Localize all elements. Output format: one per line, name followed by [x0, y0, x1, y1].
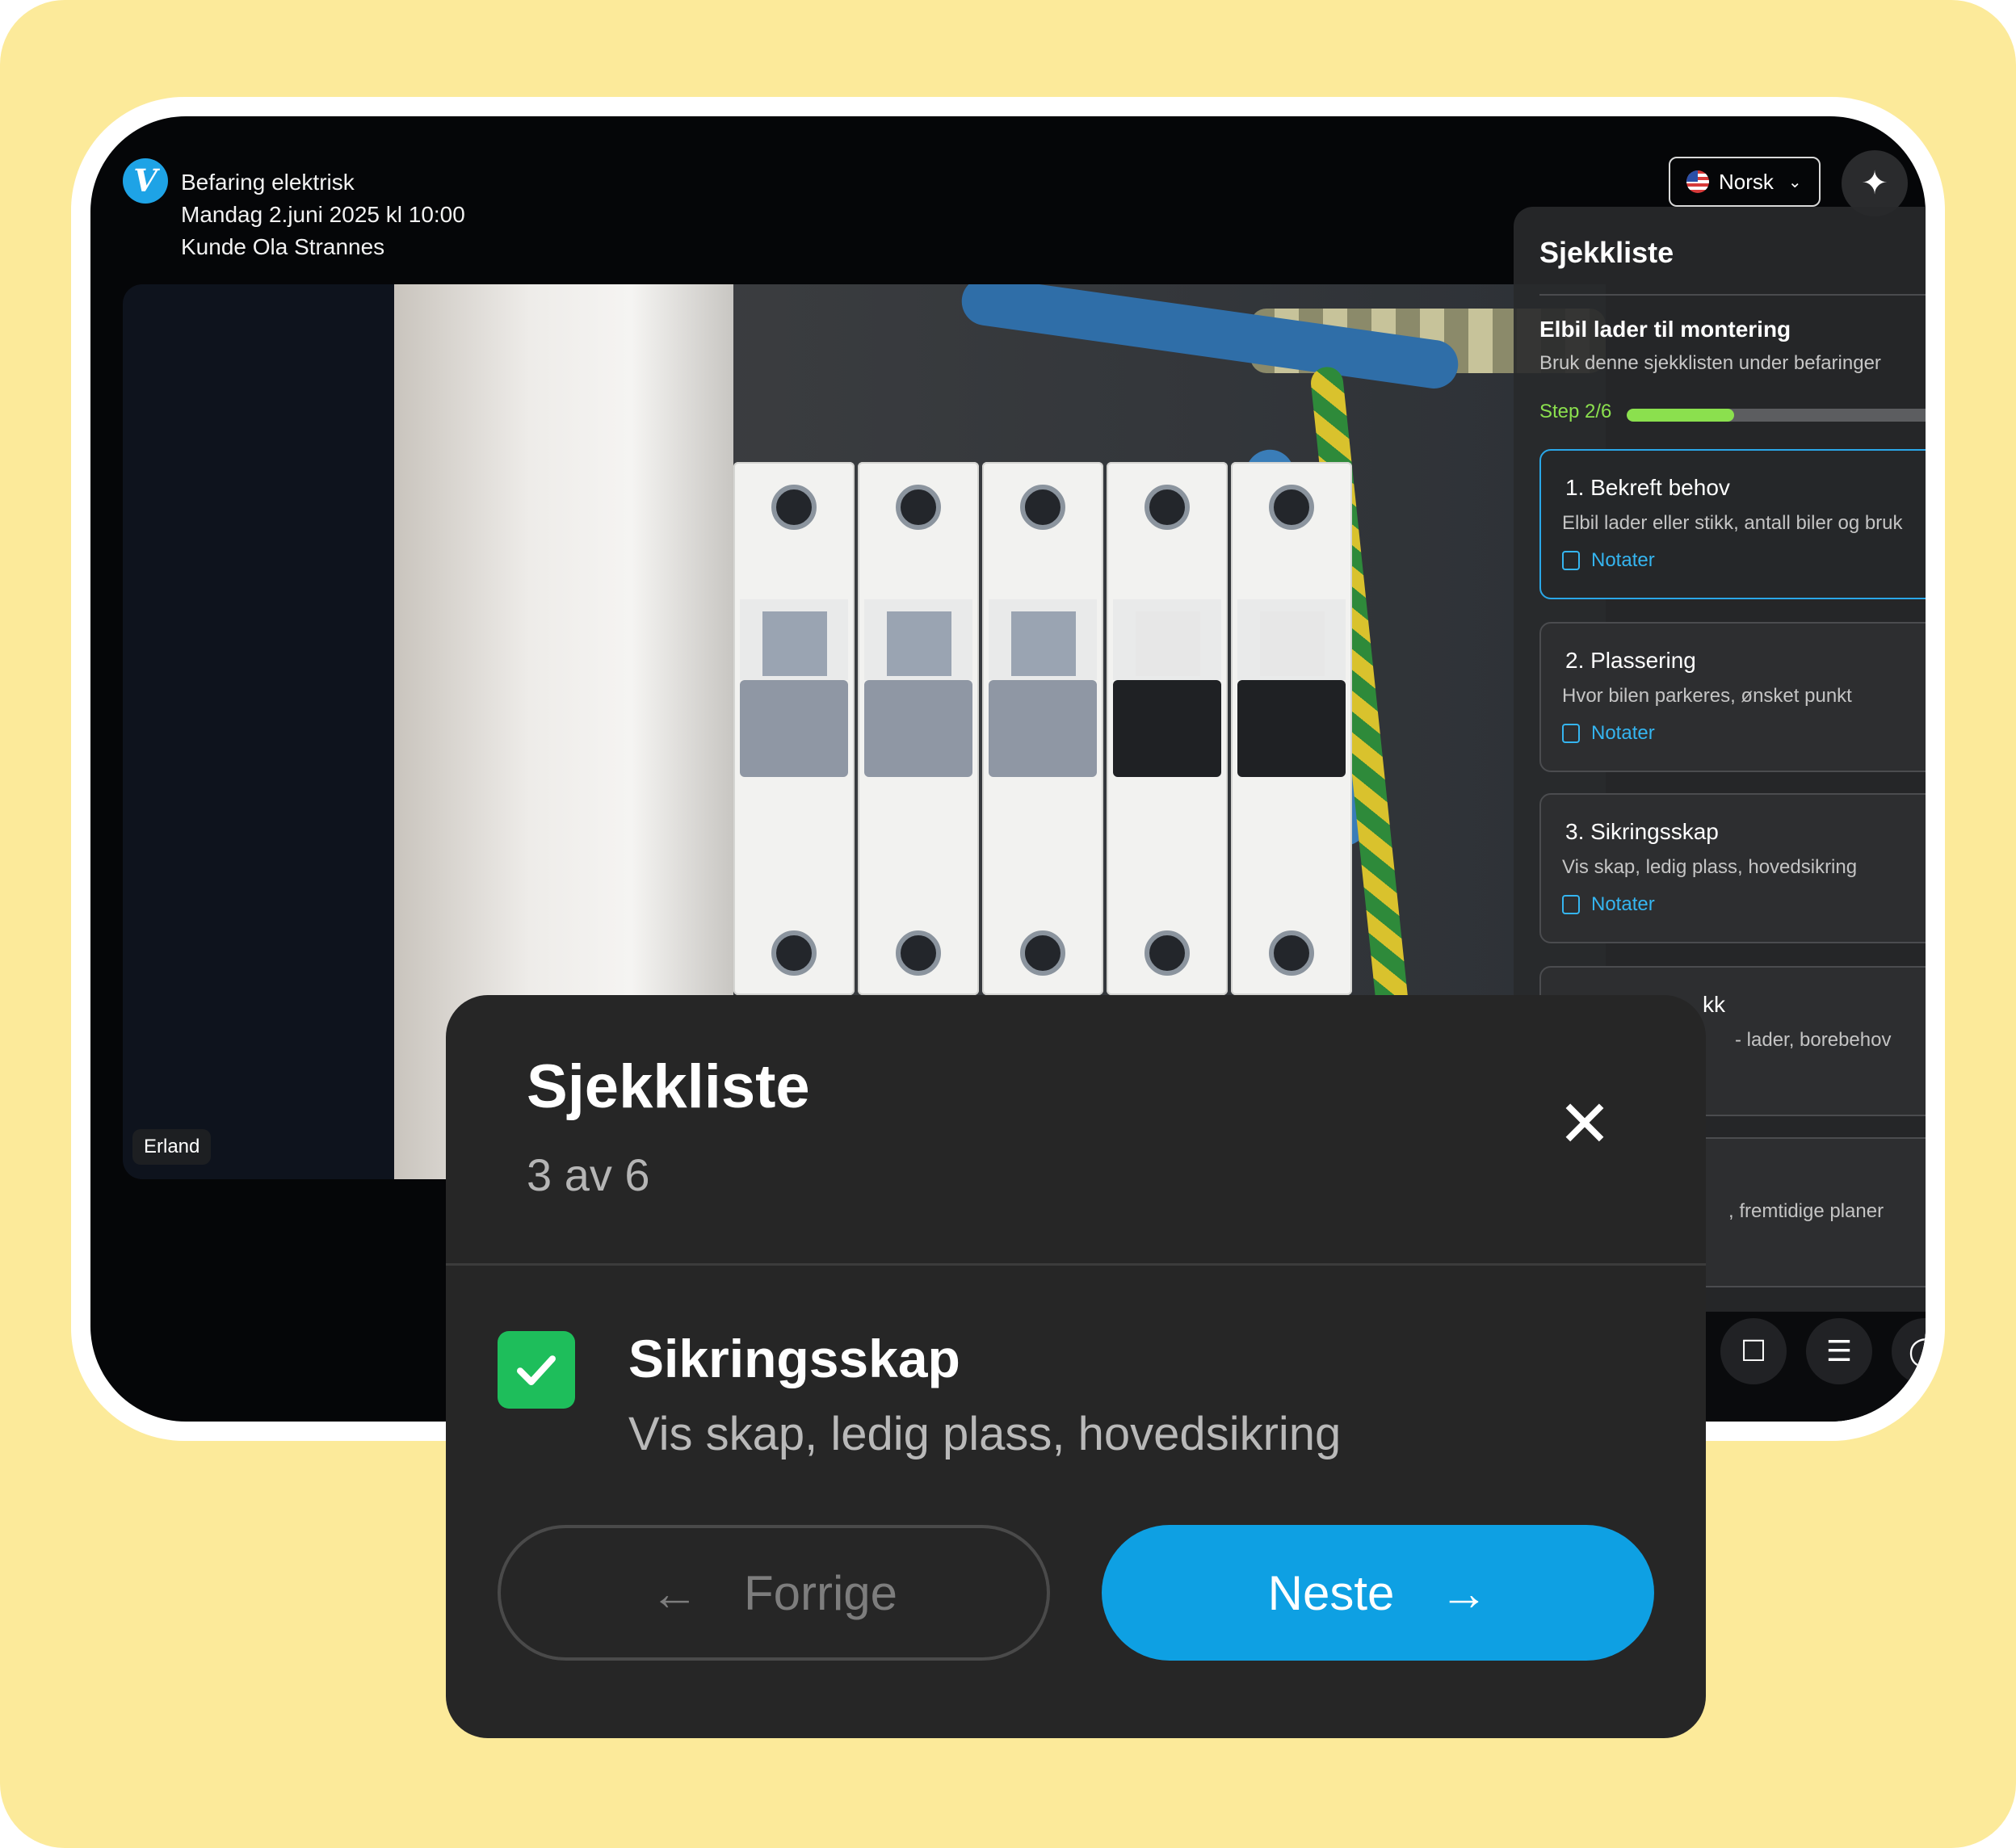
- divider: [1539, 294, 1926, 296]
- item-title: 2. Plassering: [1565, 648, 1696, 673]
- notes-icon: ☰: [1825, 1334, 1853, 1367]
- divider: [446, 1263, 1706, 1266]
- next-label: Neste: [1267, 1565, 1395, 1620]
- checklist-name: Elbil lader til montering: [1539, 317, 1791, 342]
- breaker: [858, 462, 979, 995]
- user-icon: ◯: [1908, 1334, 1926, 1367]
- notes-label: Notater: [1591, 722, 1655, 744]
- checklist-item[interactable]: 3. Sikringsskap Vis skap, ledig plass, h…: [1539, 793, 1926, 943]
- call-date: Mandag 2.juni 2025 kl 10:00: [181, 202, 465, 227]
- chevron-down-icon: ⌄: [1787, 173, 1802, 191]
- checklist-item[interactable]: 2. Plassering Hvor bilen parkeres, ønske…: [1539, 622, 1926, 772]
- app-logo: V: [123, 158, 168, 204]
- call-customer: Kunde Ola Strannes: [181, 234, 385, 259]
- edit-note-icon: [1562, 724, 1580, 743]
- modal-step-count: 3 av 6: [527, 1149, 650, 1200]
- item-title: 1. Bekreft behov: [1565, 475, 1730, 500]
- next-button[interactable]: Neste →: [1102, 1525, 1654, 1661]
- check-icon: [517, 1355, 556, 1385]
- checklist-description: Bruk denne sjekklisten under befaringer: [1539, 352, 1881, 374]
- call-title: Befaring elektrisk: [181, 170, 355, 195]
- participant-video: [123, 284, 397, 1179]
- item-desc: Hvor bilen parkeres, ønsket punkt: [1562, 685, 1852, 707]
- notes-label: Notater: [1591, 893, 1655, 915]
- cable-shape: [958, 284, 1462, 392]
- participant-name-tag: Erland: [132, 1129, 212, 1165]
- notes-link[interactable]: Notater: [1562, 549, 1655, 572]
- notes-label: Notater: [1591, 549, 1655, 571]
- previous-label: Forrige: [743, 1565, 898, 1620]
- chat-button[interactable]: ☐: [1720, 1318, 1787, 1384]
- checklist-modal: Sjekkliste 3 av 6 ✕ Sikringsskap Vis ska…: [446, 995, 1706, 1738]
- item-title: Sikringsskap: [628, 1329, 960, 1388]
- sparkle-icon: ✦: [1861, 166, 1888, 201]
- item-description: Vis skap, ledig plass, hovedsikring: [628, 1408, 1342, 1460]
- notes-link[interactable]: Notater: [1562, 893, 1655, 916]
- breaker: [1231, 462, 1352, 995]
- item-title: kk: [1703, 992, 1725, 1017]
- circuit-breakers: [733, 462, 1352, 995]
- breaker: [733, 462, 855, 995]
- progress-fill: [1627, 409, 1735, 422]
- arrow-left-icon: ←: [649, 1565, 699, 1620]
- checkbox-checked[interactable]: [498, 1331, 575, 1409]
- item-title: 3. Sikringsskap: [1565, 819, 1719, 844]
- checklist-item[interactable]: 1. Bekreft behov Elbil lader eller stikk…: [1539, 449, 1926, 599]
- breaker: [1107, 462, 1228, 995]
- edit-note-icon: [1562, 895, 1580, 914]
- us-flag-icon: [1686, 170, 1709, 193]
- item-desc: Elbil lader eller stikk, antall biler og…: [1562, 512, 1903, 534]
- language-label: Norsk: [1719, 169, 1774, 194]
- previous-button[interactable]: ← Forrige: [498, 1525, 1050, 1661]
- item-desc: Vis skap, ledig plass, hovedsikring: [1562, 856, 1858, 878]
- progress-bar: [1627, 409, 1926, 422]
- step-label: Step 2/6: [1539, 401, 1612, 422]
- item-desc: - lader, borebehov: [1735, 1029, 1892, 1051]
- breaker: [982, 462, 1103, 995]
- edit-note-icon: [1562, 551, 1580, 570]
- notes-button[interactable]: ☰: [1806, 1318, 1872, 1384]
- language-select[interactable]: Norsk ⌄: [1669, 157, 1821, 207]
- item-desc: , fremtidige planer: [1728, 1200, 1884, 1222]
- modal-title: Sjekkliste: [527, 1052, 810, 1121]
- notes-link[interactable]: Notater: [1562, 722, 1655, 745]
- arrow-right-icon: →: [1439, 1565, 1489, 1620]
- panel-title: Sjekkliste: [1539, 236, 1674, 269]
- close-icon[interactable]: ✕: [1552, 1092, 1617, 1157]
- call-info: Befaring elektrisk Mandag 2.juni 2025 kl…: [181, 166, 465, 263]
- chat-icon: ☐: [1740, 1334, 1767, 1367]
